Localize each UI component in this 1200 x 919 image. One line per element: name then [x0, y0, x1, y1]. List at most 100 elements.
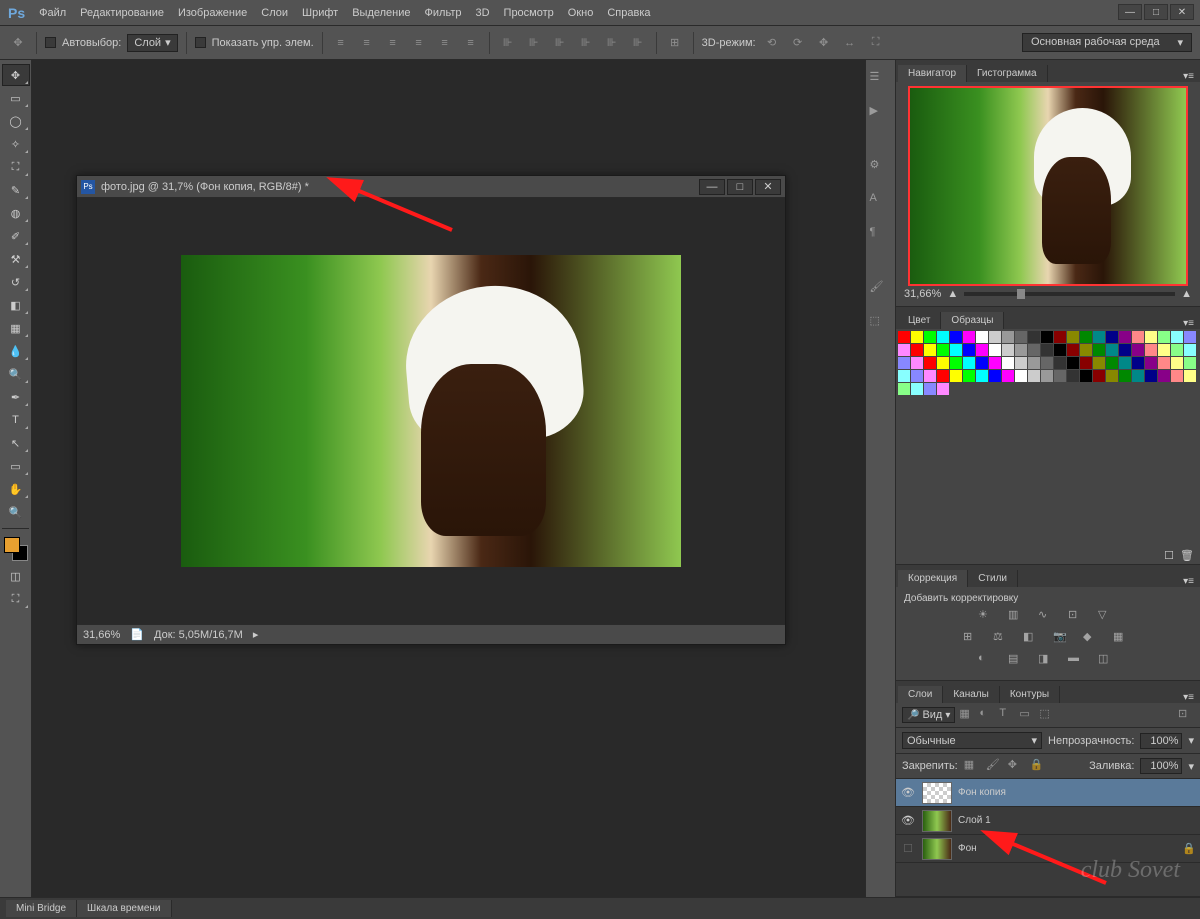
swatch[interactable]: [1184, 357, 1196, 369]
layer-name[interactable]: Фон: [958, 843, 977, 854]
lasso-tool[interactable]: ◯: [2, 110, 30, 132]
swatch[interactable]: [1158, 331, 1170, 343]
swatch[interactable]: [1041, 357, 1053, 369]
swatch[interactable]: [937, 357, 949, 369]
swatch[interactable]: [976, 344, 988, 356]
menu-type[interactable]: Шрифт: [302, 7, 338, 19]
swatch[interactable]: [989, 331, 1001, 343]
swatch[interactable]: [1171, 357, 1183, 369]
tab-channels[interactable]: Каналы: [943, 686, 1000, 703]
swatch[interactable]: [1054, 370, 1066, 382]
swatch[interactable]: [1028, 331, 1040, 343]
swatch[interactable]: [1171, 331, 1183, 343]
menu-view[interactable]: Просмотр: [504, 7, 554, 19]
hue-icon[interactable]: ⊞: [963, 630, 983, 648]
swatch[interactable]: [1041, 331, 1053, 343]
swatch[interactable]: [1119, 331, 1131, 343]
channel-mixer-icon[interactable]: ◆: [1083, 630, 1103, 648]
swatch[interactable]: [1106, 370, 1118, 382]
swatch[interactable]: [1015, 370, 1027, 382]
history-icon[interactable]: ☰: [870, 70, 892, 92]
distribute-icon[interactable]: ⊪: [628, 33, 648, 53]
swatch[interactable]: [1067, 344, 1079, 356]
filter-smart-icon[interactable]: ⬚: [1039, 707, 1055, 723]
swatch[interactable]: [937, 344, 949, 356]
swatch[interactable]: [898, 331, 910, 343]
swatch[interactable]: [1145, 357, 1157, 369]
swatch[interactable]: [976, 370, 988, 382]
swatch[interactable]: [1054, 344, 1066, 356]
opacity-input[interactable]: 100%: [1140, 733, 1182, 749]
layer-thumb[interactable]: [922, 838, 952, 860]
selective-icon[interactable]: ◫: [1098, 652, 1118, 670]
panel-menu-icon[interactable]: ▾≡: [1177, 318, 1200, 329]
fill-input[interactable]: 100%: [1140, 758, 1182, 774]
swatch[interactable]: [1145, 370, 1157, 382]
menu-window[interactable]: Окно: [568, 7, 594, 19]
swatch[interactable]: [1158, 370, 1170, 382]
gradient-tool[interactable]: ▦: [2, 317, 30, 339]
swatch[interactable]: [1015, 357, 1027, 369]
gradient-map-icon[interactable]: ▬: [1068, 652, 1088, 670]
blur-tool[interactable]: 💧: [2, 340, 30, 362]
tab-styles[interactable]: Стили: [968, 570, 1018, 587]
stamp-tool[interactable]: ⚒: [2, 248, 30, 270]
brushes-icon[interactable]: 🖌: [870, 280, 892, 302]
shape-tool[interactable]: ▭: [2, 455, 30, 477]
doc-close[interactable]: ✕: [755, 179, 781, 195]
swatch[interactable]: [1145, 331, 1157, 343]
status-arrow[interactable]: ▸: [253, 628, 259, 641]
swatch[interactable]: [1106, 331, 1118, 343]
doc-maximize[interactable]: □: [727, 179, 753, 195]
swatch[interactable]: [1093, 370, 1105, 382]
3d-slide-icon[interactable]: ↔: [840, 33, 860, 53]
swatch[interactable]: [963, 370, 975, 382]
swatch[interactable]: [911, 383, 923, 395]
panel-menu-icon[interactable]: ▾≡: [1177, 576, 1200, 587]
new-swatch-icon[interactable]: ☐: [1164, 549, 1174, 562]
layer-thumb[interactable]: [922, 782, 952, 804]
swatch[interactable]: [950, 331, 962, 343]
tab-paths[interactable]: Контуры: [1000, 686, 1060, 703]
swatch[interactable]: [1067, 370, 1079, 382]
swatch[interactable]: [1171, 344, 1183, 356]
tab-timeline[interactable]: Шкала времени: [77, 900, 171, 917]
autoselect-checkbox[interactable]: [45, 37, 56, 48]
swatch[interactable]: [1041, 370, 1053, 382]
swatch[interactable]: [1106, 357, 1118, 369]
swatch[interactable]: [1184, 370, 1196, 382]
3d-orbit-icon[interactable]: ⟲: [762, 33, 782, 53]
swatch[interactable]: [924, 344, 936, 356]
tab-navigator[interactable]: Навигатор: [898, 65, 967, 82]
nav-zoom-out[interactable]: ▲: [947, 288, 958, 300]
swatch[interactable]: [911, 331, 923, 343]
menu-filter[interactable]: Фильтр: [425, 7, 462, 19]
swatch[interactable]: [1158, 357, 1170, 369]
nav-zoom-value[interactable]: 31,66%: [904, 288, 941, 300]
layer-filter-dropdown[interactable]: 🔎 Вид ▾: [902, 707, 955, 723]
swatch[interactable]: [1002, 331, 1014, 343]
distribute-icon[interactable]: ⊪: [524, 33, 544, 53]
auto-align-icon[interactable]: ⊞: [665, 33, 685, 53]
swatch[interactable]: [898, 383, 910, 395]
swatch[interactable]: [1028, 344, 1040, 356]
properties-icon[interactable]: ⚙: [870, 158, 892, 180]
window-close[interactable]: ✕: [1170, 4, 1194, 20]
visibility-icon[interactable]: ☐: [900, 841, 916, 857]
tab-adjustments[interactable]: Коррекция: [898, 570, 968, 587]
swatch[interactable]: [1080, 331, 1092, 343]
layer-name[interactable]: Слой 1: [958, 815, 991, 826]
brightness-icon[interactable]: ☀: [978, 608, 998, 626]
align-icon[interactable]: ≡: [331, 33, 351, 53]
swatch[interactable]: [924, 331, 936, 343]
document-titlebar[interactable]: Ps фото.jpg @ 31,7% (Фон копия, RGB/8#) …: [77, 176, 785, 198]
filter-pixel-icon[interactable]: ▦: [959, 707, 975, 723]
tab-mini-bridge[interactable]: Mini Bridge: [6, 900, 77, 917]
visibility-icon[interactable]: 👁: [900, 785, 916, 801]
tab-color[interactable]: Цвет: [898, 312, 941, 329]
distribute-icon[interactable]: ⊪: [576, 33, 596, 53]
swatch[interactable]: [911, 357, 923, 369]
balance-icon[interactable]: ⚖: [993, 630, 1013, 648]
swatch[interactable]: [911, 344, 923, 356]
menu-3d[interactable]: 3D: [475, 7, 489, 19]
